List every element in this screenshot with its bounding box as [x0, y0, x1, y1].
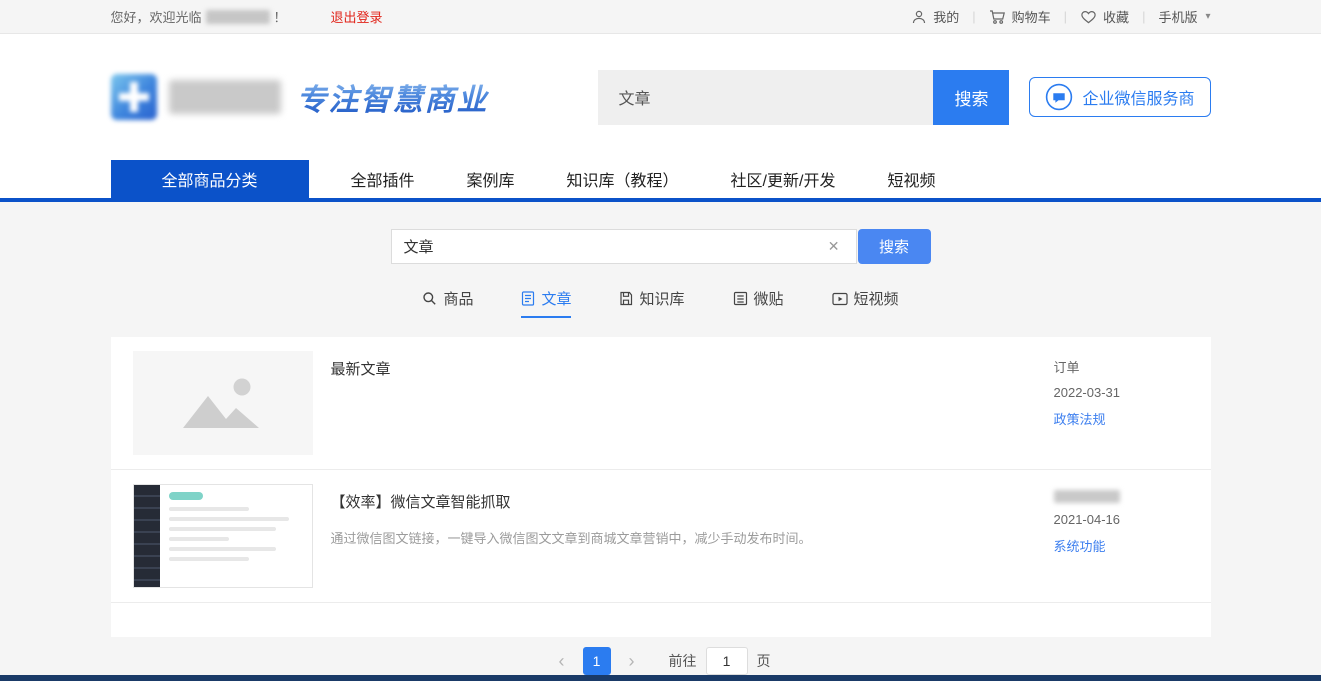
content-search: ✕ 搜索 — [0, 229, 1321, 264]
tab-knowledge-base[interactable]: 知识库 — [619, 288, 684, 318]
greeting-suffix: ！ — [274, 7, 287, 26]
result-meta-blurred — [1054, 490, 1120, 503]
page-unit-label: 页 — [757, 651, 771, 671]
username-blurred — [206, 10, 270, 24]
logo-slogan: 专注智慧商业 — [297, 75, 489, 119]
content-search-button[interactable]: 搜索 — [858, 229, 931, 264]
heart-icon — [1080, 9, 1097, 24]
goto-label: 前往 — [669, 651, 697, 671]
header-search: 搜索 — [598, 70, 1009, 125]
result-date: 2021-04-16 — [1054, 512, 1189, 527]
greeting-text: 您好，欢迎光临 — [111, 7, 202, 26]
result-type-tabs: 商品 文章 知识库 微贴 短视频 — [0, 288, 1321, 318]
result-meta: 2021-04-16 系统功能 — [1054, 484, 1189, 588]
my-account-link[interactable]: 我的 — [911, 7, 959, 26]
logo-blurred-block — [169, 80, 281, 114]
search-icon — [422, 291, 437, 306]
nav-item-short-video[interactable]: 短视频 — [861, 160, 961, 198]
main-nav: 全部商品分类 全部插件 案例库 知识库（教程） 社区/更新/开发 短视频 — [0, 160, 1321, 202]
nav-item-knowledge-base[interactable]: 知识库（教程） — [541, 160, 705, 198]
logout-link[interactable]: 退出登录 — [331, 7, 383, 26]
tab-articles[interactable]: 文章 — [521, 288, 571, 318]
nav-item-community[interactable]: 社区/更新/开发 — [705, 160, 862, 198]
result-date: 2022-03-31 — [1054, 385, 1189, 400]
mobile-version-dropdown[interactable]: 手机版 ▾ — [1158, 7, 1210, 26]
tab-posts[interactable]: 微贴 — [733, 288, 784, 318]
nav-item-all-categories[interactable]: 全部商品分类 — [111, 160, 309, 198]
image-placeholder-icon — [179, 374, 267, 432]
wechat-chat-icon — [1045, 83, 1073, 111]
site-logo[interactable]: 专注智慧商业 — [111, 74, 489, 120]
article-icon — [521, 291, 535, 306]
cart-link[interactable]: 购物车 — [989, 7, 1051, 26]
result-category-link[interactable]: 政策法规 — [1054, 409, 1106, 428]
pagination: ‹ 1 › 前往 页 — [0, 647, 1321, 675]
nav-item-case-library[interactable]: 案例库 — [441, 160, 541, 198]
separator: | — [1142, 9, 1145, 24]
separator: | — [972, 9, 975, 24]
post-icon — [733, 291, 748, 306]
screenshot-sidebar — [134, 485, 160, 587]
greeting: 您好，欢迎光临 ！ 退出登录 — [111, 7, 383, 26]
result-thumbnail-placeholder — [133, 351, 313, 455]
clear-search-icon[interactable]: ✕ — [824, 238, 844, 255]
nav-item-all-plugins[interactable]: 全部插件 — [325, 160, 441, 198]
goto-page: 前往 页 — [669, 647, 771, 675]
result-item[interactable]: 【效率】微信文章智能抓取 通过微信图文链接，一键导入微信图文文章到商城文章营销中… — [111, 470, 1211, 603]
video-icon — [832, 292, 848, 306]
main-content: ✕ 搜索 商品 文章 知识库 微贴 短视频 — [0, 202, 1321, 675]
tab-short-videos[interactable]: 短视频 — [832, 288, 899, 318]
header: 专注智慧商业 搜索 企业微信服务商 — [0, 34, 1321, 160]
header-search-button[interactable]: 搜索 — [933, 70, 1009, 125]
content-search-box: ✕ — [391, 229, 857, 264]
separator: | — [1064, 9, 1067, 24]
result-description: 通过微信图文链接，一键导入微信图文文章到商城文章营销中，减少手动发布时间。 — [331, 529, 1054, 549]
cart-icon — [989, 9, 1006, 25]
favorites-link[interactable]: 收藏 — [1080, 7, 1129, 26]
tab-products[interactable]: 商品 — [422, 288, 473, 318]
logo-mark-icon — [111, 74, 157, 120]
result-title[interactable]: 【效率】微信文章智能抓取 — [331, 491, 1054, 512]
caret-down-icon: ▾ — [1205, 11, 1210, 22]
result-title[interactable]: 最新文章 — [331, 358, 1054, 379]
footer-strip — [0, 675, 1321, 681]
user-icon — [911, 9, 927, 25]
page-number-current[interactable]: 1 — [583, 647, 611, 675]
header-search-input[interactable] — [598, 70, 933, 125]
topbar: 您好，欢迎光临 ！ 退出登录 我的 | 购物车 | 收藏 | 手机版 ▾ — [0, 0, 1321, 34]
prev-page-icon[interactable]: ‹ — [551, 652, 573, 670]
result-meta: 订单 2022-03-31 政策法规 — [1054, 351, 1189, 455]
next-page-icon[interactable]: › — [621, 652, 643, 670]
content-search-input[interactable] — [404, 238, 824, 255]
result-meta-label: 订单 — [1054, 357, 1189, 376]
result-body: 最新文章 — [313, 351, 1054, 455]
result-body: 【效率】微信文章智能抓取 通过微信图文链接，一键导入微信图文文章到商城文章营销中… — [313, 484, 1054, 588]
result-thumbnail-screenshot — [133, 484, 313, 588]
topbar-links: 我的 | 购物车 | 收藏 | 手机版 ▾ — [911, 7, 1210, 26]
results-list: 最新文章 订单 2022-03-31 政策法规 — [111, 337, 1211, 637]
screenshot-content — [160, 485, 312, 587]
knowledge-icon — [619, 291, 633, 306]
result-item[interactable]: 最新文章 订单 2022-03-31 政策法规 — [111, 337, 1211, 470]
goto-page-input[interactable] — [706, 647, 748, 675]
wechat-service-button[interactable]: 企业微信服务商 — [1029, 77, 1210, 117]
result-category-link[interactable]: 系统功能 — [1054, 536, 1106, 555]
